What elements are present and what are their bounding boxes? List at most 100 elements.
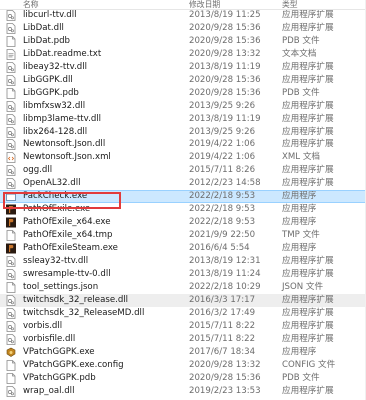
file-row[interactable]: ogg.dll 2015/7/11 8:26 应用程序扩展 — [0, 164, 366, 177]
file-date-modified: 2013/8/19 11:24 — [189, 268, 261, 279]
file-name: tool_settings.json — [23, 281, 99, 292]
xml-file-icon — [6, 152, 16, 164]
file-row[interactable]: PathOfExile_x64.tmp 2021/9/9 22:50 TMP 文件 — [0, 229, 366, 242]
file-date-modified: 2022/2/18 9:53 — [189, 217, 256, 228]
file-row[interactable]: PathOfExile.exe 2022/2/18 9:53 应用程序 — [0, 203, 366, 216]
poe-app-icon — [6, 204, 16, 215]
file-date-modified: 2021/9/9 22:50 — [189, 230, 256, 241]
file-type: 文本文档 — [282, 48, 317, 59]
file-name: libx264-128.dll — [23, 126, 88, 137]
dll-file-icon — [6, 294, 16, 306]
file-type: 应用程序扩展 — [282, 100, 334, 111]
dll-file-icon — [6, 385, 16, 397]
file-type: 应用程序 — [282, 243, 317, 254]
file-date-modified: 2020/9/28 13:32 — [189, 359, 261, 370]
file-date-modified: 2019/2/23 13:53 — [189, 385, 261, 396]
generic-file-icon — [6, 281, 16, 293]
file-type: PDB 文件 — [282, 372, 320, 383]
dll-file-icon — [6, 269, 16, 280]
file-date-modified: 2020/9/28 15:36 — [189, 372, 261, 383]
dll-file-icon — [6, 139, 16, 151]
file-row[interactable]: LibDat.readme.txt 2020/9/28 13:32 文本文档 — [0, 48, 366, 61]
vpatch-app-icon — [6, 347, 16, 358]
file-row[interactable]: libeay32-ttv.dll 2013/8/19 11:19 应用程序扩展 — [0, 61, 366, 74]
file-row[interactable]: libmp3lame-ttv.dll 2013/8/19 11:19 应用程序扩展 — [0, 113, 366, 126]
file-name: OpenAL32.dll — [23, 178, 81, 189]
generic-file-icon — [6, 372, 16, 384]
file-date-modified: 2015/7/11 8:22 — [189, 333, 256, 344]
file-name: VPatchGGPK.pdb — [23, 372, 96, 383]
file-date-modified: 2013/8/19 12:31 — [189, 256, 261, 266]
file-name: libmp3lame-ttv.dll — [23, 113, 102, 124]
file-date-modified: 2015/7/11 8:26 — [189, 165, 256, 176]
generic-file-icon — [6, 35, 16, 47]
file-date-modified: 2019/4/22 1:06 — [189, 139, 256, 150]
dll-file-icon — [6, 100, 16, 112]
file-row[interactable]: Newtonsoft.Json.dll 2019/4/22 1:06 应用程序扩展 — [0, 138, 366, 151]
file-name: libmfxsw32.dll — [23, 100, 86, 111]
file-date-modified: 2022/2/18 9:53 — [189, 204, 256, 215]
file-type: 应用程序扩展 — [282, 22, 334, 33]
file-name: swresample-ttv-0.dll — [23, 268, 111, 279]
generic-file-icon — [6, 87, 16, 99]
file-type: 应用程序 — [282, 217, 317, 228]
file-row[interactable]: twitchsdk_32_ReleaseMD.dll 2016/3/2 17:49… — [0, 307, 366, 320]
file-type: 应用程序扩展 — [282, 320, 334, 331]
file-name: twitchsdk_32_release.dll — [23, 294, 129, 305]
file-row[interactable]: Newtonsoft.Json.xml 2019/4/22 1:06 XML 文档 — [0, 151, 366, 164]
file-row[interactable]: vorbisfile.dll 2015/7/11 8:22 应用程序扩展 — [0, 333, 366, 346]
file-row[interactable]: VPatchGGPK.exe 2017/6/7 18:34 应用程序 — [0, 346, 366, 359]
exe-window-icon — [6, 191, 16, 202]
file-row[interactable]: vorbis.dll 2015/7/11 8:22 应用程序扩展 — [0, 320, 366, 333]
file-row[interactable]: PathOfExileSteam.exe 2016/6/4 5:54 应用程序 — [0, 242, 366, 255]
file-row[interactable]: wrap_oal.dll 2019/2/23 13:53 应用程序扩展 — [0, 385, 366, 398]
dll-file-icon — [6, 256, 16, 267]
file-type: JSON 文件 — [282, 281, 324, 292]
dll-file-icon — [6, 74, 16, 86]
poe-app-icon — [6, 243, 16, 254]
generic-file-icon — [6, 230, 16, 241]
file-row[interactable]: LibDat.pdb 2020/9/28 15:36 PDB 文件 — [0, 35, 366, 48]
file-name: LibGGPK.dll — [23, 74, 73, 85]
file-name: libcurl-ttv.dll — [23, 9, 77, 20]
file-name: PackCheck.exe — [23, 191, 88, 202]
file-type: 应用程序扩展 — [282, 178, 334, 189]
file-row[interactable]: tool_settings.json 2022/2/18 10:29 JSON 文件 — [0, 281, 366, 294]
file-name: Newtonsoft.Json.dll — [23, 139, 106, 150]
dll-file-icon — [6, 307, 16, 319]
dll-file-icon — [6, 165, 16, 177]
column-name[interactable]: 名称 — [23, 0, 39, 9]
file-name: PathOfExile_x64.tmp — [23, 230, 113, 241]
dll-file-icon — [6, 178, 16, 190]
file-date-modified: 2020/9/28 15:36 — [189, 87, 261, 98]
dll-file-icon — [6, 10, 16, 21]
file-row[interactable]: PathOfExile_x64.exe 2022/2/18 9:53 应用程序 — [0, 216, 366, 229]
file-row[interactable]: libx264-128.dll 2013/9/25 9:26 应用程序扩展 — [0, 126, 366, 139]
file-name: PathOfExile_x64.exe — [23, 217, 111, 228]
file-date-modified: 2016/3/2 17:49 — [189, 307, 256, 318]
file-date-modified: 2020/9/28 15:36 — [189, 74, 261, 85]
file-name: ssleay32-ttv.dll — [23, 256, 89, 266]
file-row[interactable]: LibGGPK.dll 2020/9/28 15:36 应用程序扩展 — [0, 74, 366, 87]
file-row[interactable]: swresample-ttv-0.dll 2013/8/19 11:24 应用程序扩… — [0, 268, 366, 281]
file-type: 应用程序扩展 — [282, 294, 334, 305]
file-date-modified: 2013/9/25 9:26 — [189, 126, 256, 137]
file-row[interactable]: LibGGPK.pdb 2020/9/28 15:36 PDB 文件 — [0, 87, 366, 100]
dll-file-icon — [6, 333, 16, 345]
file-name: libeay32-ttv.dll — [23, 61, 88, 72]
file-row[interactable]: OpenAL32.dll 2012/2/23 14:58 应用程序扩展 — [0, 177, 366, 190]
column-type[interactable]: 类型 — [282, 0, 298, 9]
file-row[interactable]: PackCheck.exe 2022/2/18 9:53 应用程序 — [0, 190, 366, 204]
file-row[interactable]: VPatchGGPK.exe.config 2020/9/28 13:32 CONF… — [0, 359, 366, 372]
file-row[interactable]: ssleay32-ttv.dll 2013/8/19 12:31 应用程序扩展 — [0, 255, 366, 268]
file-date-modified: 2020/9/28 13:32 — [189, 48, 261, 59]
file-row[interactable]: VPatchGGPK.pdb 2020/9/28 15:36 PDB 文件 — [0, 372, 366, 385]
file-row[interactable]: LibDat.dll 2020/9/28 15:36 应用程序扩展 — [0, 22, 366, 35]
file-type: 应用程序扩展 — [282, 61, 334, 72]
column-date-modified[interactable]: 修改日期 — [189, 0, 220, 9]
file-row[interactable]: libcurl-ttv.dll 2013/8/19 11:25 应用程序扩展 — [0, 9, 366, 22]
file-type: 应用程序扩展 — [282, 126, 334, 137]
file-row[interactable]: libmfxsw32.dll 2013/9/25 9:26 应用程序扩展 — [0, 100, 366, 113]
file-type: 应用程序 — [282, 204, 317, 215]
file-row[interactable]: twitchsdk_32_release.dll 2016/3/3 17:17 应用… — [0, 293, 366, 307]
